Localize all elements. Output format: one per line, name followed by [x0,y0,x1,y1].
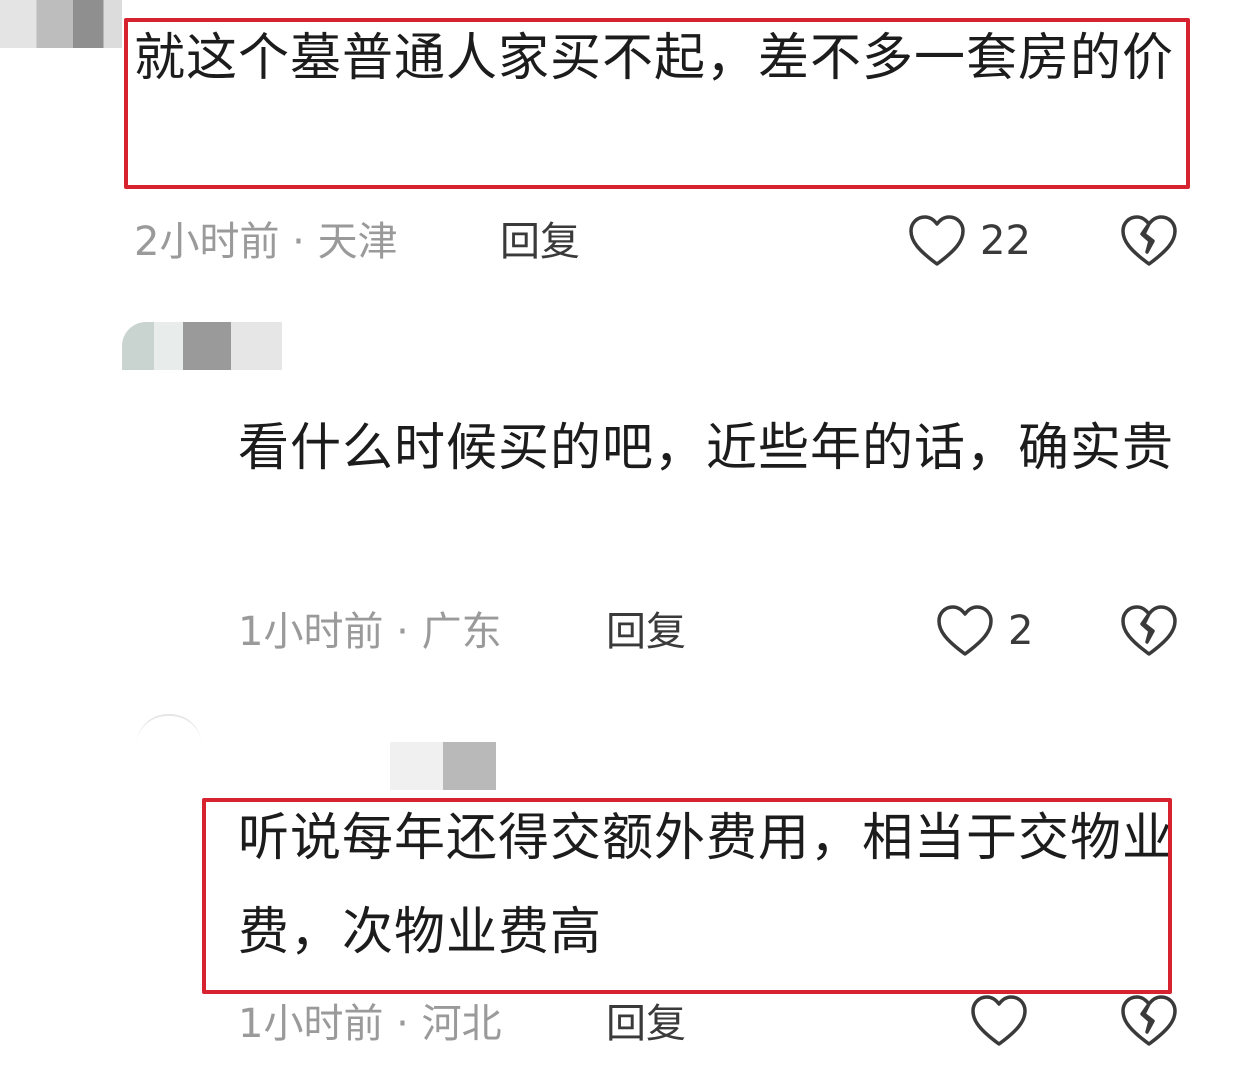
heart-outline-icon [936,604,994,658]
broken-heart-icon[interactable] [1120,604,1178,658]
broken-heart-icon[interactable] [1120,214,1178,268]
like-count: 2 [1008,608,1034,654]
comment-time-location: 1小时前 · 广东 [238,609,502,655]
like-button[interactable]: 22 [908,214,1031,268]
username-blurred [390,742,496,790]
reply-button[interactable]: 回复 [606,1000,686,1048]
avatar-blurred [136,714,202,746]
comment-text: 看什么时候买的吧，近些年的话，确实贵 [238,419,1175,478]
like-button[interactable] [970,994,1042,1048]
like-count: 22 [980,218,1031,264]
like-button[interactable]: 2 [936,604,1033,658]
comment-time-location: 1小时前 · 河北 [238,1001,502,1047]
broken-heart-icon[interactable] [1120,994,1178,1048]
heart-outline-icon [908,214,966,268]
avatar-blurred [0,0,122,48]
avatar-blurred [122,322,282,370]
reply-button[interactable]: 回复 [500,218,580,266]
comment-time-location: 2小时前 · 天津 [134,219,398,265]
highlight-box [202,798,1172,994]
heart-outline-icon [970,994,1028,1048]
reply-button[interactable]: 回复 [606,608,686,656]
highlight-box [124,18,1190,189]
